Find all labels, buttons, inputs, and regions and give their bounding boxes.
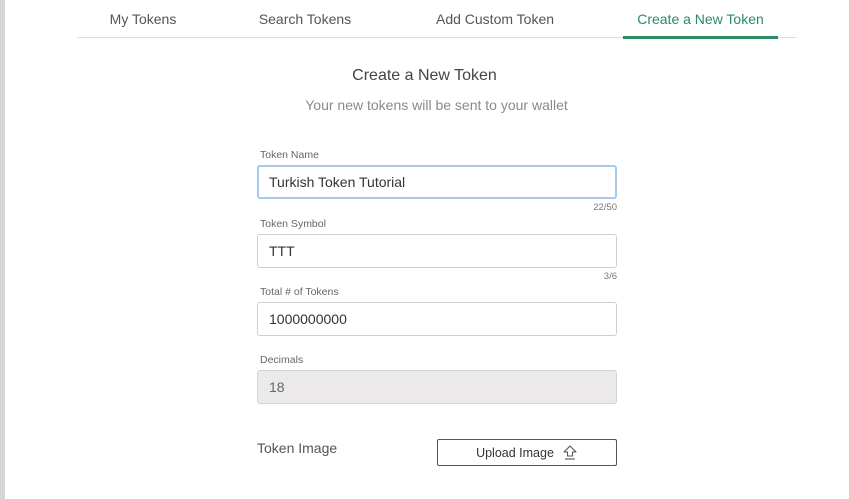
form-title: Create a New Token	[352, 67, 497, 84]
total-tokens-label: Total # of Tokens	[260, 286, 339, 298]
active-tab-indicator	[623, 36, 778, 39]
token-symbol-input[interactable]	[257, 234, 617, 268]
decimals-label: Decimals	[260, 354, 304, 366]
upload-icon	[563, 444, 577, 460]
tab-add-custom-token[interactable]: Add Custom Token	[417, 0, 573, 38]
token-image-label: Token Image	[257, 440, 338, 456]
tab-my-tokens[interactable]: My Tokens	[77, 0, 209, 38]
tab-create-new-token-label: Create a New Token	[637, 11, 764, 27]
form-subtitle: Your new tokens will be sent to your wal…	[305, 97, 568, 113]
token-symbol-counter: 3/6	[603, 271, 617, 282]
total-tokens-input[interactable]	[257, 302, 617, 336]
token-symbol-label: Token Symbol	[260, 218, 326, 230]
token-name-input[interactable]	[257, 165, 617, 199]
token-tabs: My Tokens Search Tokens Add Custom Token…	[77, 0, 796, 39]
upload-image-button[interactable]: Upload Image	[437, 439, 617, 466]
decimals-input	[257, 370, 617, 404]
tab-create-new-token[interactable]: Create a New Token	[623, 0, 778, 39]
upload-image-label: Upload Image	[476, 445, 554, 460]
token-name-counter: 22/50	[593, 202, 617, 213]
token-name-label: Token Name	[260, 149, 319, 161]
tab-search-tokens[interactable]: Search Tokens	[237, 0, 373, 38]
